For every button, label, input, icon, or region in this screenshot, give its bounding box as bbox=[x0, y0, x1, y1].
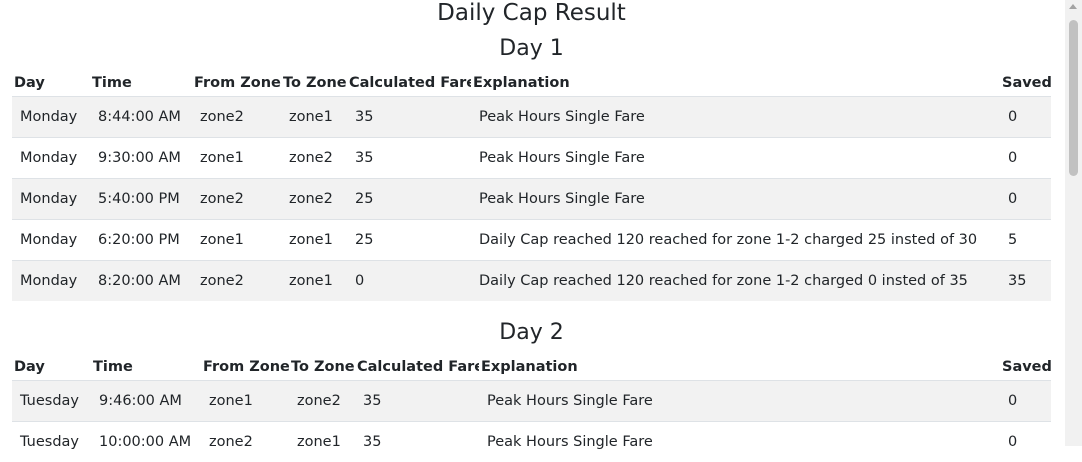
cell-explanation: Peak Hours Single Fare bbox=[479, 422, 1000, 462]
cell-from-zone: zone1 bbox=[192, 220, 281, 261]
day-2-title: Day 2 bbox=[0, 320, 1063, 346]
cell-saved: 0 bbox=[1000, 138, 1051, 179]
cell-from-zone: zone2 bbox=[192, 179, 281, 220]
column-header-explanation: Explanation bbox=[471, 70, 1000, 97]
table-row: Monday 8:44:00 AM zone2 zone1 35 Peak Ho… bbox=[12, 97, 1051, 138]
day-1-title: Day 1 bbox=[0, 36, 1063, 62]
column-header-day: Day bbox=[12, 70, 90, 97]
cell-saved: 0 bbox=[1000, 97, 1051, 138]
cell-saved: 5 bbox=[1000, 220, 1051, 261]
scrollbar-thumb[interactable] bbox=[1069, 20, 1078, 176]
cell-saved: 0 bbox=[1000, 381, 1051, 422]
cell-calculated-fare: 35 bbox=[347, 138, 471, 179]
cell-time: 5:40:00 PM bbox=[90, 179, 192, 220]
cell-to-zone: zone1 bbox=[281, 97, 347, 138]
column-header-time: Time bbox=[90, 70, 192, 97]
column-header-calculated-fare: Calculated Fare bbox=[347, 70, 471, 97]
cell-time: 8:20:00 AM bbox=[90, 261, 192, 302]
column-header-saved: Saved bbox=[1000, 70, 1051, 97]
cell-day: Monday bbox=[12, 138, 90, 179]
cell-explanation: Peak Hours Single Fare bbox=[471, 138, 1000, 179]
table-row: Tuesday 9:46:00 AM zone1 zone2 35 Peak H… bbox=[12, 381, 1051, 422]
column-header-explanation: Explanation bbox=[479, 354, 1000, 381]
cell-day: Monday bbox=[12, 220, 90, 261]
cell-time: 8:44:00 AM bbox=[90, 97, 192, 138]
cell-calculated-fare: 0 bbox=[347, 261, 471, 302]
cell-calculated-fare: 35 bbox=[355, 381, 479, 422]
cell-from-zone: zone1 bbox=[201, 381, 289, 422]
scroll-up-arrow-icon[interactable] bbox=[1069, 4, 1077, 9]
cell-explanation: Peak Hours Single Fare bbox=[479, 381, 1000, 422]
day-1-table: Day Time From Zone To Zone Calculated Fa… bbox=[12, 70, 1051, 301]
column-header-from-zone: From Zone bbox=[201, 354, 289, 381]
table-header-row: Day Time From Zone To Zone Calculated Fa… bbox=[12, 70, 1051, 97]
cell-calculated-fare: 35 bbox=[355, 422, 479, 462]
cell-to-zone: zone1 bbox=[289, 422, 355, 462]
cell-saved: 35 bbox=[1000, 261, 1051, 302]
table-row: Tuesday 10:00:00 AM zone2 zone1 35 Peak … bbox=[12, 422, 1051, 462]
cell-to-zone: zone1 bbox=[281, 220, 347, 261]
table-row: Monday 5:40:00 PM zone2 zone2 25 Peak Ho… bbox=[12, 179, 1051, 220]
cell-saved: 0 bbox=[1000, 422, 1051, 462]
page-title: Daily Cap Result bbox=[0, 0, 1063, 26]
cell-time: 6:20:00 PM bbox=[90, 220, 192, 261]
column-header-from-zone: From Zone bbox=[192, 70, 281, 97]
table-row: Monday 8:20:00 AM zone2 zone1 0 Daily Ca… bbox=[12, 261, 1051, 302]
column-header-calculated-fare: Calculated Fare bbox=[355, 354, 479, 381]
cell-from-zone: zone1 bbox=[192, 138, 281, 179]
cell-from-zone: zone2 bbox=[192, 97, 281, 138]
cell-saved: 0 bbox=[1000, 179, 1051, 220]
cell-day: Monday bbox=[12, 97, 90, 138]
cell-calculated-fare: 25 bbox=[347, 179, 471, 220]
column-header-to-zone: To Zone bbox=[289, 354, 355, 381]
column-header-day: Day bbox=[12, 354, 91, 381]
cell-day: Monday bbox=[12, 179, 90, 220]
cell-calculated-fare: 35 bbox=[347, 97, 471, 138]
column-header-to-zone: To Zone bbox=[281, 70, 347, 97]
table-header-row: Day Time From Zone To Zone Calculated Fa… bbox=[12, 354, 1051, 381]
table-row: Monday 9:30:00 AM zone1 zone2 35 Peak Ho… bbox=[12, 138, 1051, 179]
cell-to-zone: zone2 bbox=[289, 381, 355, 422]
cell-time: 9:46:00 AM bbox=[91, 381, 201, 422]
cell-day: Tuesday bbox=[12, 422, 91, 462]
column-header-time: Time bbox=[91, 354, 201, 381]
cell-to-zone: zone2 bbox=[281, 138, 347, 179]
cell-day: Monday bbox=[12, 261, 90, 302]
cell-explanation: Peak Hours Single Fare bbox=[471, 97, 1000, 138]
cell-explanation: Peak Hours Single Fare bbox=[471, 179, 1000, 220]
cell-to-zone: zone1 bbox=[281, 261, 347, 302]
table-row: Monday 6:20:00 PM zone1 zone1 25 Daily C… bbox=[12, 220, 1051, 261]
cell-explanation: Daily Cap reached 120 reached for zone 1… bbox=[471, 220, 1000, 261]
cell-from-zone: zone2 bbox=[192, 261, 281, 302]
cell-time: 10:00:00 AM bbox=[91, 422, 201, 462]
column-header-saved: Saved bbox=[1000, 354, 1051, 381]
vertical-scrollbar[interactable] bbox=[1065, 0, 1082, 446]
cell-from-zone: zone2 bbox=[201, 422, 289, 462]
cell-time: 9:30:00 AM bbox=[90, 138, 192, 179]
cell-day: Tuesday bbox=[12, 381, 91, 422]
cell-to-zone: zone2 bbox=[281, 179, 347, 220]
cell-calculated-fare: 25 bbox=[347, 220, 471, 261]
cell-explanation: Daily Cap reached 120 reached for zone 1… bbox=[471, 261, 1000, 302]
